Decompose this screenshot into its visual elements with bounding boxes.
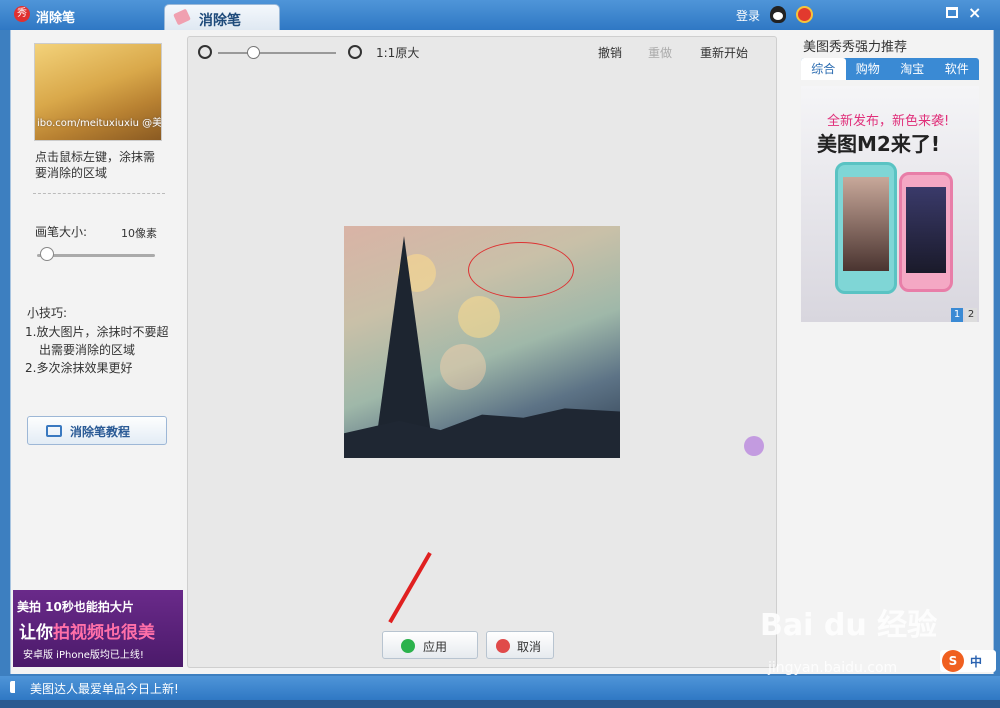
tips-title: 小技巧: (27, 306, 68, 320)
original-size-button[interactable]: 1:1原大 (376, 44, 419, 61)
tab-shopping[interactable]: 购物 (846, 58, 891, 80)
right-panel: 美图秀秀强力推荐 综合 购物 淘宝 软件 全新发布，新色来袭! 美图M2来了! … (791, 30, 991, 674)
tab-taobao[interactable]: 淘宝 (890, 58, 935, 80)
tab-eraser[interactable]: 消除笔 (164, 4, 280, 30)
cancel-icon (496, 639, 510, 653)
meitu-m2-ad[interactable]: 全新发布，新色来袭! 美图M2来了! 1 2 (801, 86, 979, 322)
editor-canvas-panel: 1:1原大 撤销 重做 重新开始 应用 取消 (187, 36, 777, 668)
redo-button[interactable]: 重做 (648, 44, 672, 61)
tip-item: 2.多次涂抹效果更好 (25, 361, 133, 375)
left-panel: ibo.com/meituxiuxiu @美图秀秀 点击鼠标左键，涂抹需要消除的… (11, 30, 186, 674)
undo-button[interactable]: 撤销 (598, 44, 622, 61)
main-body: ibo.com/meituxiuxiu @美图秀秀 点击鼠标左键，涂抹需要消除的… (10, 30, 994, 674)
annotation-ellipse (468, 242, 574, 298)
app-window: 秀 消除笔 消除笔 登录 × ibo.com/meituxiuxiu @美图秀秀… (0, 0, 1000, 708)
eraser-icon (173, 8, 191, 26)
qq-icon[interactable] (770, 6, 786, 23)
apply-label: 应用 (423, 640, 448, 654)
baidu-watermark-url: jingyan.baidu.com (768, 660, 898, 676)
tips-list: 1.放大图片，涂抹时不要超出需要消除的区域 2.多次涂抹效果更好 (25, 323, 175, 377)
title-bar: 秀 消除笔 消除笔 登录 × (0, 0, 1000, 30)
bokeh-light (458, 296, 500, 338)
hint-text: 点击鼠标左键，涂抹需要消除的区域 (35, 150, 156, 180)
speaker-icon (10, 681, 22, 693)
ad-line-3: 安卓版 iPhone版均已上线! (23, 650, 144, 661)
divider (33, 193, 165, 194)
apply-button[interactable]: 应用 (382, 631, 478, 659)
book-icon (46, 425, 62, 437)
image-thumbnail: ibo.com/meituxiuxiu @美图秀秀 (34, 43, 162, 141)
brush-size-slider[interactable] (37, 254, 155, 257)
taskbar (0, 700, 1000, 708)
tab-general[interactable]: 综合 (801, 58, 846, 80)
brush-size-label: 画笔大小: (35, 225, 88, 239)
tutorial-label: 消除笔教程 (70, 425, 131, 439)
app-logo: 秀 (14, 6, 30, 22)
weibo-icon[interactable] (796, 6, 813, 23)
editing-photo[interactable] (344, 226, 620, 458)
bokeh-light (440, 344, 486, 390)
recommend-tabs: 综合 购物 淘宝 软件 (801, 58, 979, 80)
zoom-in-icon[interactable] (348, 45, 362, 59)
sogou-icon: S (942, 650, 964, 672)
ad-line-2: 让你拍视频也很美 (19, 618, 155, 643)
reset-button[interactable]: 重新开始 (700, 44, 748, 61)
zoom-slider[interactable] (218, 52, 336, 54)
tab-software[interactable]: 软件 (935, 58, 980, 80)
floating-dot (744, 436, 764, 456)
ime-indicator[interactable]: S 中 (940, 650, 996, 672)
phone-image (899, 172, 953, 292)
recommend-title: 美图秀秀强力推荐 (803, 40, 908, 55)
app-title: 消除笔 (36, 11, 76, 26)
annotation-arrow (388, 552, 432, 624)
zoom-out-icon[interactable] (198, 45, 212, 59)
phone-image (835, 162, 897, 294)
ad-page-2[interactable]: 2 (965, 308, 977, 322)
ad-page-1[interactable]: 1 (951, 308, 963, 322)
tab-label: 消除笔 (199, 13, 241, 29)
ad-right-line-2: 美图M2来了! (817, 132, 940, 156)
zoom-slider-handle[interactable] (247, 46, 261, 59)
ad-line-2a: 让你 (19, 623, 53, 643)
cancel-button[interactable]: 取消 (486, 631, 554, 659)
check-icon (401, 639, 415, 653)
cancel-label: 取消 (517, 640, 542, 654)
meipai-ad-banner[interactable]: 美拍 10秒也能拍大片 让你拍视频也很美 安卓版 iPhone版均已上线! (13, 590, 183, 667)
status-bar: 美图达人最爱单品今日上新! (0, 676, 1000, 700)
brush-size-handle[interactable] (39, 247, 54, 261)
ad-line-2b: 拍视频也很美 (53, 623, 155, 643)
thumbnail-watermark: ibo.com/meituxiuxiu @美图秀秀 (37, 118, 162, 129)
ad-line-1: 美拍 10秒也能拍大片 (17, 600, 134, 614)
ime-mode-label: 中 (970, 655, 983, 669)
brush-size-value: 10像素 (121, 227, 157, 240)
maximize-button[interactable] (946, 7, 958, 18)
status-text[interactable]: 美图达人最爱单品今日上新! (30, 680, 179, 697)
tip-item: 1.放大图片，涂抹时不要超出需要消除的区域 (25, 325, 169, 357)
tutorial-button[interactable]: 消除笔教程 (27, 416, 167, 445)
baidu-watermark: Bai du 经验 (760, 608, 938, 643)
login-link[interactable]: 登录 (736, 7, 760, 24)
close-button[interactable]: × (968, 3, 981, 22)
ad-right-line-1: 全新发布，新色来袭! (827, 114, 950, 129)
